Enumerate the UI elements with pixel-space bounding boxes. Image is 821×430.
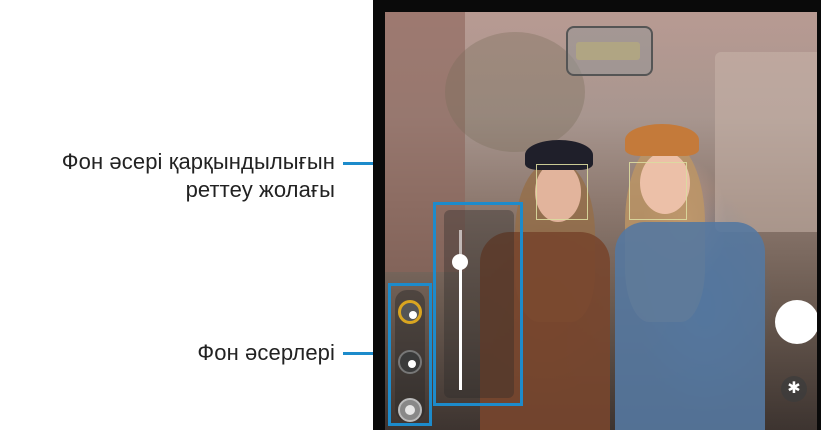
slider-track[interactable] <box>452 230 468 390</box>
effects-callout-label: Фон әсерлері <box>197 339 335 367</box>
slider-callout-line2: реттеу жолағы <box>185 177 335 202</box>
effect-intensity-slider[interactable] <box>444 210 514 398</box>
background-effects-highlight <box>388 283 432 426</box>
person-right-hat <box>625 124 699 156</box>
shutter-button[interactable] <box>775 300 817 344</box>
face-focus-box-right <box>629 162 687 220</box>
face-focus-box-left <box>536 164 588 220</box>
mode-button[interactable] <box>566 26 653 76</box>
effects-callout-text: Фон әсерлері <box>197 340 335 365</box>
background-tree <box>445 32 585 152</box>
slider-fill <box>459 262 462 390</box>
background-effects-list <box>395 290 425 422</box>
person-right-jacket <box>615 222 765 430</box>
slider-knob[interactable] <box>452 254 468 270</box>
background-effect-2-button[interactable] <box>398 350 422 374</box>
effect-2-icon <box>408 360 416 368</box>
effect-1-icon <box>409 311 417 319</box>
phone-frame: ✱ <box>373 0 821 430</box>
background-effect-1-button[interactable] <box>398 300 422 324</box>
effect-3-icon <box>405 405 415 415</box>
background-building <box>715 52 817 232</box>
slider-callout-line1: Фон әсері қарқындылығын <box>61 149 335 174</box>
mode-button-label <box>576 42 640 60</box>
effect-intensity-slider-highlight <box>433 202 523 406</box>
slider-callout-label: Фон әсері қарқындылығын реттеу жолағы <box>62 148 335 204</box>
asterisk-icon[interactable]: ✱ <box>781 376 807 402</box>
background-effect-3-button[interactable] <box>398 398 422 422</box>
